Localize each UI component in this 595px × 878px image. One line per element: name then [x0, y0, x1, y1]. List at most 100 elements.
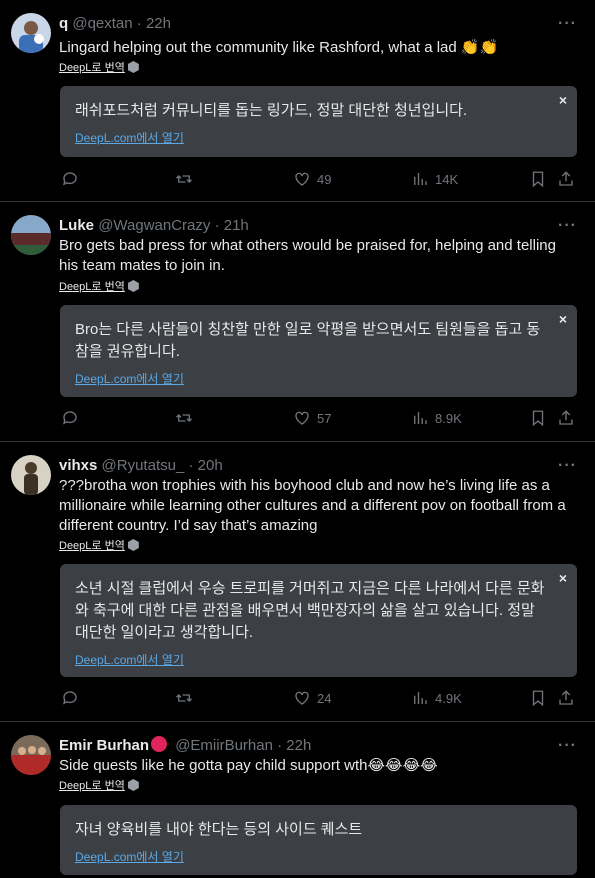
author-name[interactable]: vihxs — [59, 457, 97, 474]
timestamp[interactable]: · 22h — [277, 737, 311, 754]
translation-box: 자녀 양육비를 내야 한다는 등의 사이드 퀘스트 DeepL.com에서 열기 — [60, 805, 577, 875]
open-deepl-link[interactable]: DeepL.com에서 열기 — [75, 130, 561, 146]
view-count: 14K — [435, 171, 459, 187]
action-bar: 24 4.9K — [59, 688, 579, 708]
bookmark-button[interactable] — [529, 688, 547, 708]
translation-text: Bro는 다른 사람들이 칭찬할 만한 일로 악평을 받으면서도 팀원들을 돕고… — [75, 321, 541, 360]
author-handle[interactable]: @WagwanCrazy — [98, 217, 210, 234]
close-icon[interactable]: × — [559, 92, 567, 108]
deepl-icon — [127, 539, 139, 551]
view-count: 8.9K — [435, 410, 462, 426]
views-button[interactable]: 8.9K — [411, 408, 462, 428]
deepl-icon — [127, 61, 139, 73]
like-icon — [295, 691, 309, 705]
avatar[interactable] — [11, 13, 51, 53]
more-options-icon[interactable]: ··· — [558, 216, 577, 236]
tweet[interactable]: Emir Burhan @EmiirBurhan · 22h ··· Side … — [0, 722, 595, 878]
like-icon — [295, 172, 309, 186]
timestamp[interactable]: · 21h — [215, 217, 249, 234]
tweet-text: Side quests like he gotta pay child supp… — [59, 757, 438, 774]
tweet-text: ???brotha won trophies with his boyhood … — [59, 477, 566, 534]
tweet-header: q @qextan · 22h — [59, 14, 171, 34]
avatar[interactable] — [11, 455, 51, 495]
more-options-icon[interactable]: ··· — [558, 736, 577, 756]
like-button[interactable]: 57 — [293, 408, 331, 428]
translation-text: 자녀 양육비를 내야 한다는 등의 사이드 퀘스트 — [75, 821, 363, 838]
reply-button[interactable] — [61, 169, 79, 189]
share-button[interactable] — [557, 169, 575, 189]
translate-link[interactable]: DeepL로 번역 — [59, 280, 139, 294]
translation-box: × Bro는 다른 사람들이 칭찬할 만한 일로 악평을 받으면서도 팀원들을 … — [60, 305, 577, 397]
retweet-button[interactable] — [175, 408, 193, 428]
translate-link[interactable]: DeepL로 번역 — [59, 61, 139, 75]
bookmark-icon — [532, 690, 544, 707]
more-options-icon[interactable]: ··· — [558, 14, 577, 34]
bookmark-button[interactable] — [529, 408, 547, 428]
tweet[interactable]: vihxs @Ryutatsu_ · 20h ··· ???brotha won… — [0, 442, 595, 722]
translation-box: × 래쉬포드처럼 커뮤니티를 돕는 링가드, 정말 대단한 청년입니다. Dee… — [60, 86, 577, 157]
like-count: 57 — [317, 410, 332, 426]
views-button[interactable]: 4.9K — [411, 688, 462, 708]
avatar-image — [11, 215, 51, 255]
translation-box: × 소년 시절 클럽에서 우승 트로피를 거머쥐고 지금은 다른 나라에서 다른… — [60, 564, 577, 677]
avatar-image — [11, 13, 51, 53]
open-deepl-link[interactable]: DeepL.com에서 열기 — [75, 371, 561, 387]
author-name[interactable]: q — [59, 15, 68, 32]
close-icon[interactable]: × — [559, 570, 567, 586]
avatar[interactable] — [11, 735, 51, 775]
bookmark-button[interactable] — [529, 169, 547, 189]
share-icon — [559, 171, 573, 186]
like-icon — [295, 411, 309, 425]
share-button[interactable] — [557, 408, 575, 428]
like-button[interactable]: 49 — [293, 169, 331, 189]
retweet-icon — [176, 694, 192, 702]
timestamp[interactable]: · 20h — [188, 457, 222, 474]
share-button[interactable] — [557, 688, 575, 708]
tweet-text: Lingard helping out the community like R… — [59, 39, 499, 56]
avatar-image — [11, 455, 51, 495]
tweet-header: Luke @WagwanCrazy · 21h — [59, 216, 249, 236]
deepl-icon — [127, 779, 139, 791]
reply-button[interactable] — [61, 688, 79, 708]
open-deepl-link[interactable]: DeepL.com에서 열기 — [75, 652, 561, 668]
open-deepl-link[interactable]: DeepL.com에서 열기 — [75, 849, 561, 865]
close-icon[interactable]: × — [559, 311, 567, 327]
translation-text: 소년 시절 클럽에서 우승 트로피를 거머쥐고 지금은 다른 나라에서 다른 문… — [75, 580, 545, 641]
avatar-image — [11, 735, 51, 775]
author-name[interactable]: Emir Burhan — [59, 737, 149, 754]
translate-link[interactable]: DeepL로 번역 — [59, 779, 139, 793]
share-icon — [559, 410, 573, 425]
retweet-button[interactable] — [175, 169, 193, 189]
reply-icon — [62, 172, 77, 186]
like-button[interactable]: 24 — [293, 688, 331, 708]
translate-label: DeepL로 번역 — [59, 540, 125, 552]
author-name[interactable]: Luke — [59, 217, 94, 234]
author-handle[interactable]: @Ryutatsu_ — [102, 457, 185, 474]
more-options-icon[interactable]: ··· — [558, 456, 577, 476]
retweet-button[interactable] — [175, 688, 193, 708]
share-icon — [559, 690, 573, 705]
deepl-icon — [127, 280, 139, 292]
reply-button[interactable] — [61, 408, 79, 428]
avatar[interactable] — [11, 215, 51, 255]
views-icon — [414, 412, 427, 424]
reply-icon — [62, 411, 77, 425]
retweet-icon — [176, 414, 192, 422]
bookmark-icon — [532, 171, 544, 188]
tweet[interactable]: Luke @WagwanCrazy · 21h ··· Bro gets bad… — [0, 202, 595, 442]
views-icon — [414, 173, 427, 185]
like-count: 24 — [317, 690, 332, 706]
author-handle[interactable]: @EmiirBurhan — [175, 737, 273, 754]
translate-link[interactable]: DeepL로 번역 — [59, 539, 139, 553]
bookmark-icon — [532, 410, 544, 427]
tweet-header: Emir Burhan @EmiirBurhan · 22h — [59, 736, 311, 756]
translate-label: DeepL로 번역 — [59, 62, 125, 74]
tweet[interactable]: q @qextan · 22h ··· Lingard helping out … — [0, 0, 595, 202]
author-handle[interactable]: @qextan — [72, 15, 132, 32]
timestamp[interactable]: · 22h — [137, 15, 171, 32]
translation-text: 래쉬포드처럼 커뮤니티를 돕는 링가드, 정말 대단한 청년입니다. — [75, 102, 468, 119]
translate-label: DeepL로 번역 — [59, 281, 125, 293]
views-button[interactable]: 14K — [411, 169, 458, 189]
like-count: 49 — [317, 171, 332, 187]
views-icon — [414, 692, 427, 704]
